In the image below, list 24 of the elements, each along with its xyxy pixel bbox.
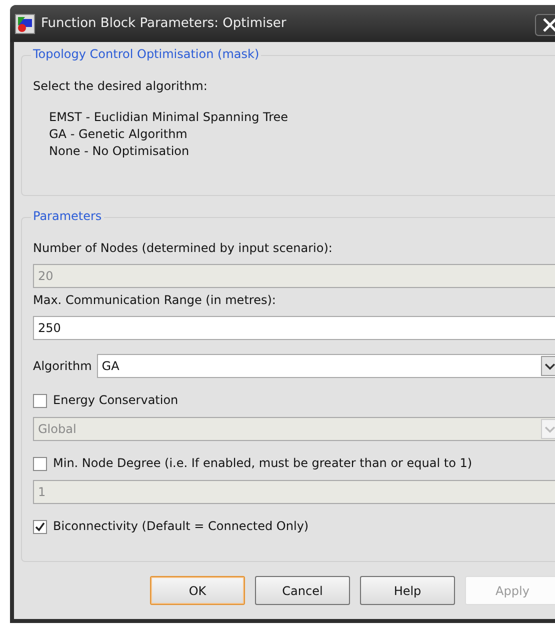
input-field[interactable]: 250 [33,316,555,340]
caret-icon [541,356,555,376]
description-text: Select the desired algorithm: [33,78,208,95]
checkbox[interactable] [33,456,47,470]
checkbox[interactable] [33,520,47,534]
dialog-button[interactable]: Cancel [255,576,350,605]
field-label: Algorithm [33,358,92,374]
option-text: GA - Genetic Algorithm [49,126,188,143]
group-title: Topology Control Optimisation (mask) [31,47,262,61]
checkbox[interactable] [33,394,47,408]
field-label: Number of Nodes (determined by input scenario): [33,240,334,257]
checkbox-label: Energy Conservation [53,392,178,409]
window-title: Function Block Parameters: Optimiser [41,16,286,31]
option-text: None - No Optimisation [49,143,190,160]
app-icon [15,14,35,34]
checkbox-label: Biconnectivity (Default = Connected Only) [53,518,309,535]
group-title: Parameters [31,209,104,223]
checkbox-label: Min. Node Degree (i.e. If enabled, must be greater than or equal to 1) [53,455,472,472]
caret-icon [541,419,555,439]
dialog-button[interactable]: Help [360,576,455,605]
field-label: Max. Communication Range (in metres): [33,292,277,309]
option-text: EMST - Euclidian Minimal Spanning Tree [49,109,290,126]
dialog-button[interactable]: OK [150,576,245,605]
dropdown-field[interactable]: GA [96,354,555,378]
